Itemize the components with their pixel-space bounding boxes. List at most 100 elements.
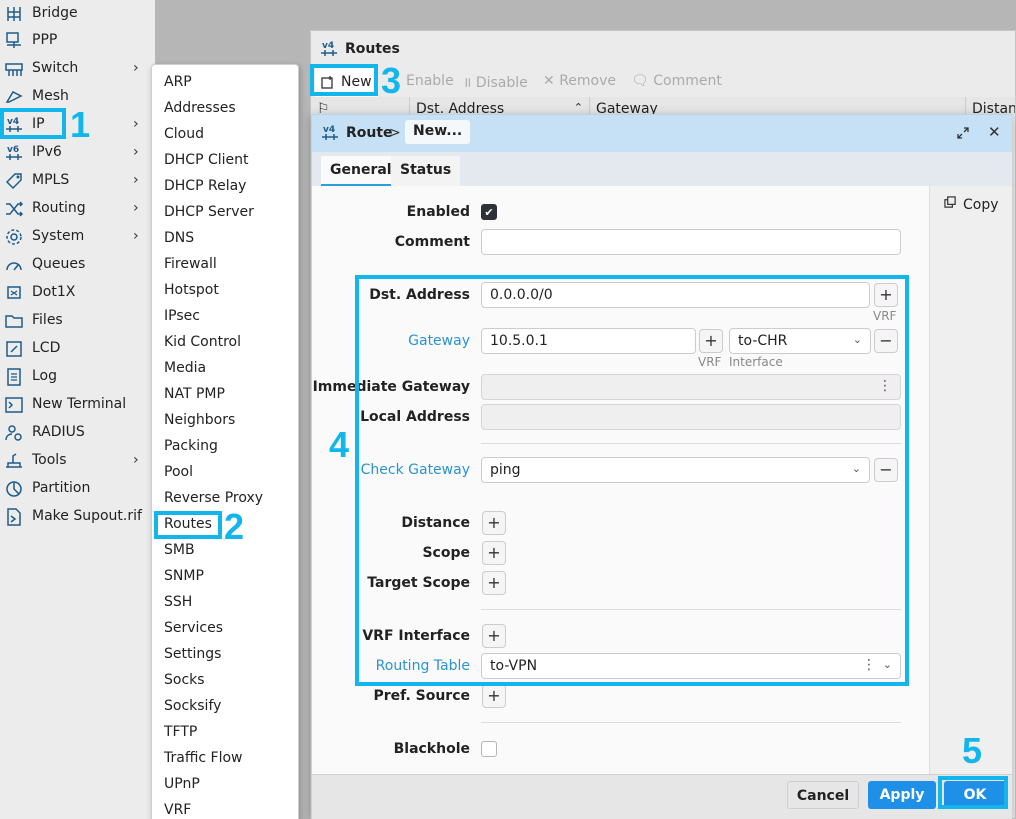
sidebar-item-label: New Terminal [32,396,127,412]
submenu-item-smb[interactable]: SMB [164,542,195,558]
submenu-item-dhcp-server[interactable]: DHCP Server [164,204,254,220]
submenu-item-socks[interactable]: Socks [164,672,205,688]
submenu-item-ssh[interactable]: SSH [164,594,192,610]
submenu-item-dhcp-relay[interactable]: DHCP Relay [164,178,246,194]
submenu-item-upnp[interactable]: UPnP [164,776,200,792]
tab-general[interactable]: General [321,156,401,186]
apply-button[interactable]: Apply [868,781,936,809]
routes-window-title: Routes [345,41,400,57]
sidebar-item-label: Files [32,312,63,328]
submenu-item-cloud[interactable]: Cloud [164,126,204,142]
highlight-ip [0,108,66,139]
sidebar-item-tools[interactable]: Tools › [0,447,155,475]
submenu-item-dns[interactable]: DNS [164,230,194,246]
sort-up-icon: ⌃ [573,101,583,114]
submenu-item-vrf[interactable]: VRF [164,802,191,818]
enabled-label: Enabled [406,204,470,220]
submenu-item-hotspot[interactable]: Hotspot [164,282,219,298]
sidebar-item-log[interactable]: Log [0,363,155,391]
submenu-item-traffic-flow[interactable]: Traffic Flow [164,750,242,766]
switch-icon [4,59,24,79]
sidebar-item-label: LCD [32,340,61,356]
submenu-item-neighbors[interactable]: Neighbors [164,412,235,428]
side-actions-panel: Copy [929,186,1012,774]
divider [481,722,901,723]
sidebar-item-switch[interactable]: Switch › [0,55,155,83]
chevron-right-icon: › [133,228,139,244]
remove-button[interactable]: ✕ Remove [543,73,616,89]
sidebar-item-label: Mesh [32,88,69,104]
submenu-item-nat-pmp[interactable]: NAT PMP [164,386,225,402]
sidebar-item-label: Switch [32,60,79,76]
chevron-right-icon: › [133,144,139,160]
submenu-item-settings[interactable]: Settings [164,646,221,662]
ipv4-icon: v4 [320,123,340,147]
submenu-item-addresses[interactable]: Addresses [164,100,236,116]
pause-icon: ॥ [463,75,476,91]
comment-button[interactable]: 🗨 Comment [631,73,722,89]
step-number-3: 3 [381,60,402,101]
highlight-routes [154,511,222,539]
enabled-checkbox[interactable]: ✔ [481,204,497,220]
sidebar-item-label: System [32,228,85,244]
submenu-item-ipsec[interactable]: IPsec [164,308,200,324]
submenu-item-tftp[interactable]: TFTP [164,724,197,740]
submenu-item-pool[interactable]: Pool [164,464,193,480]
sidebar-item-label: Routing [32,200,86,216]
sidebar-item-mpls[interactable]: MPLS › [0,167,155,195]
submenu-item-services[interactable]: Services [164,620,223,636]
sidebar-item-files[interactable]: Files [0,307,155,335]
sidebar-item-radius[interactable]: RADIUS [0,419,155,447]
close-icon[interactable]: ✕ [988,123,1001,141]
blackhole-checkbox[interactable] [481,741,497,757]
supout-icon [4,507,24,527]
copy-icon [944,196,957,213]
chevron-right-icon: › [133,60,139,76]
folder-icon [4,311,24,331]
terminal-icon [4,395,24,415]
sidebar-item-label: Dot1X [32,284,76,300]
partition-icon [4,479,24,499]
sidebar-item-label: IPv6 [32,144,62,160]
sidebar-item-bridge[interactable]: Bridge [0,0,155,28]
submenu-item-dhcp-client[interactable]: DHCP Client [164,152,249,168]
restore-icon[interactable] [956,126,970,144]
sidebar-item-new-terminal[interactable]: New Terminal [0,391,155,419]
radius-icon [4,423,24,443]
copy-button[interactable]: Copy [944,196,999,213]
chevron-right-icon: › [133,172,139,188]
sidebar-item-queues[interactable]: Queues [0,251,155,279]
submenu-item-socksify[interactable]: Socksify [164,698,221,714]
pref-source-add-button[interactable]: + [482,684,506,708]
submenu-item-kid-control[interactable]: Kid Control [164,334,241,350]
dialog-title: Route [346,125,393,141]
disable-button[interactable]: ॥ Disable [463,73,528,92]
submenu-item-reverse-proxy[interactable]: Reverse Proxy [164,490,263,506]
sidebar-item-label: Log [32,368,58,384]
sidebar-item-label: MPLS [32,172,70,188]
submenu-item-arp[interactable]: ARP [164,74,192,90]
submenu-item-firewall[interactable]: Firewall [164,256,217,272]
submenu-item-media[interactable]: Media [164,360,206,376]
tools-icon [4,451,24,471]
lcd-icon [4,339,24,359]
submenu-item-snmp[interactable]: SNMP [164,568,204,584]
sidebar-item-partition[interactable]: Partition [0,475,155,503]
sidebar-item-make-supout-rif[interactable]: Make Supout.rif [0,503,155,531]
breadcrumb-separator: > [389,125,401,141]
comment-field[interactable] [481,229,901,255]
tab-status[interactable]: Status [391,156,461,186]
submenu-item-packing[interactable]: Packing [164,438,218,454]
dialog-title-bar: v4 Route > New... ✕ [312,115,1012,152]
sidebar-item-dot1x[interactable]: Dot1X [0,279,155,307]
highlight-new [310,64,378,96]
chevron-right-icon: › [133,200,139,216]
sidebar-item-routing[interactable]: Routing › [0,195,155,223]
bridge-icon [4,4,24,24]
cancel-button[interactable]: Cancel [787,781,859,809]
sidebar-item-label: RADIUS [32,424,85,440]
sidebar-item-lcd[interactable]: LCD [0,335,155,363]
sidebar-item-ppp[interactable]: PPP [0,27,155,55]
sidebar-item-system[interactable]: System › [0,223,155,251]
enable-button[interactable]: Enable [406,73,454,89]
